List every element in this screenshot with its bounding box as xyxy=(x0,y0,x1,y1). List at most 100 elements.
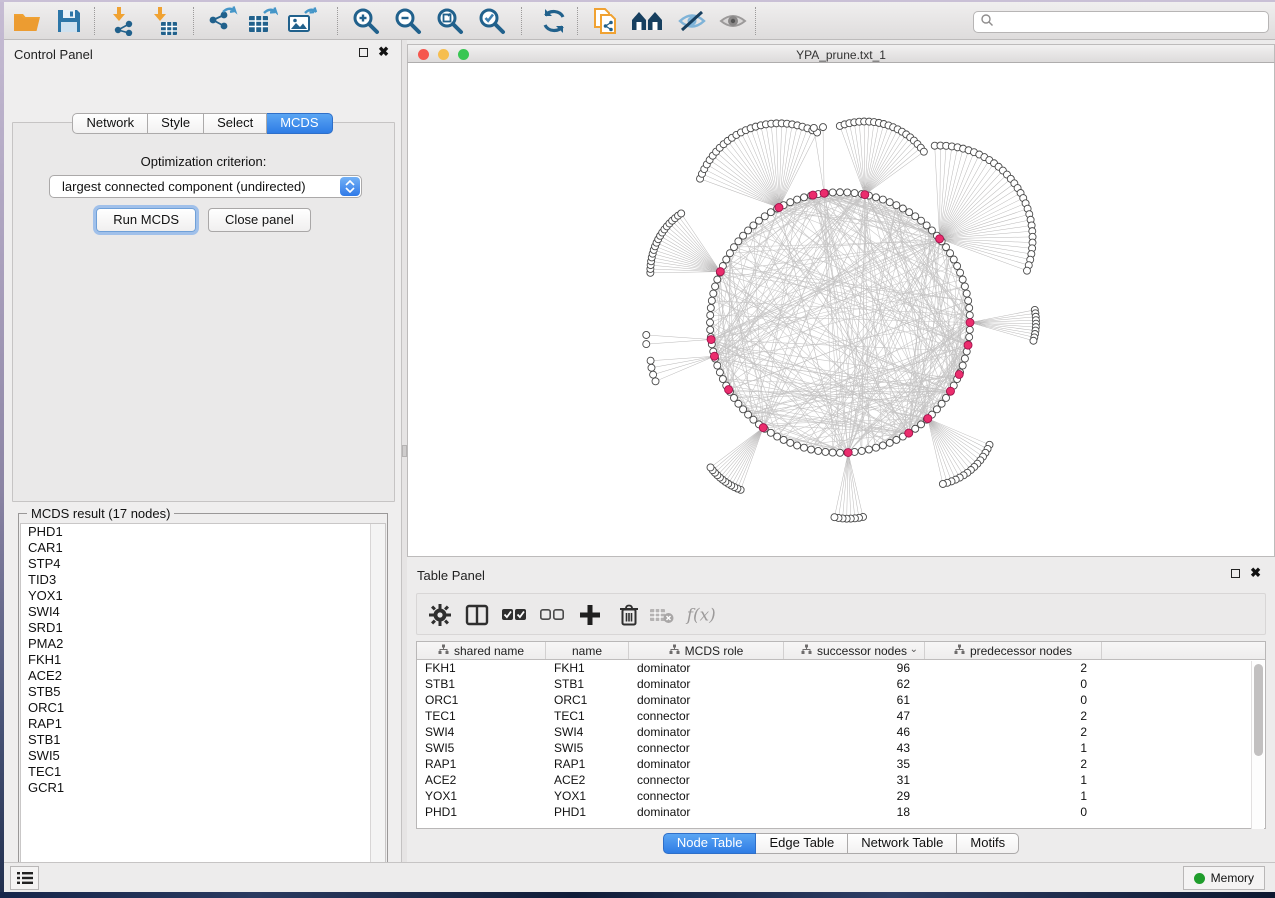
export-image-icon[interactable] xyxy=(285,5,319,37)
table-row[interactable]: RAP1RAP1dominator352 xyxy=(417,756,1265,772)
desktop-wallpaper-left xyxy=(0,0,4,892)
mcds-list-scrollbar[interactable] xyxy=(370,524,385,874)
select-all-columns-icon[interactable] xyxy=(498,599,530,631)
criterion-dropdown-value: largest connected component (undirected) xyxy=(62,179,306,194)
search-input[interactable] xyxy=(994,15,1268,29)
duplicate-network-icon[interactable] xyxy=(588,5,622,37)
save-file-icon[interactable] xyxy=(52,5,86,37)
memory-button[interactable]: Memory xyxy=(1183,866,1265,890)
mcds-result-item[interactable]: RAP1 xyxy=(21,716,385,732)
column-header-successor-nodes[interactable]: successor nodes⌄ xyxy=(784,642,925,659)
mcds-result-item[interactable]: ORC1 xyxy=(21,700,385,716)
cell-mcds_role: connector xyxy=(629,709,784,723)
close-table-panel-icon[interactable]: ✖ xyxy=(1250,568,1261,578)
tab-network[interactable]: Network xyxy=(72,113,148,134)
mcds-result-item[interactable]: PHD1 xyxy=(21,524,385,540)
zoom-in-icon[interactable] xyxy=(349,5,383,37)
add-column-icon[interactable] xyxy=(574,599,606,631)
tab-select[interactable]: Select xyxy=(204,113,267,134)
tab-node-table[interactable]: Node Table xyxy=(663,833,757,854)
mcds-result-item[interactable]: STP4 xyxy=(21,556,385,572)
optimization-criterion-label: Optimization criterion: xyxy=(13,154,394,169)
mcds-result-item[interactable]: FKH1 xyxy=(21,652,385,668)
table-row[interactable]: YOX1YOX1connector291 xyxy=(417,788,1265,804)
delete-column-icon[interactable] xyxy=(613,599,645,631)
column-header-predecessor-nodes[interactable]: predecessor nodes xyxy=(925,642,1102,659)
column-header-shared-name[interactable]: shared name xyxy=(417,642,546,659)
table-scrollbar[interactable] xyxy=(1251,661,1264,829)
show-all-icon[interactable] xyxy=(716,5,750,37)
cell-shared_name: ACE2 xyxy=(417,773,546,787)
mcds-result-item[interactable]: YOX1 xyxy=(21,588,385,604)
table-settings-icon[interactable] xyxy=(424,599,456,631)
table-row[interactable]: SWI4SWI4dominator462 xyxy=(417,724,1265,740)
mcds-result-item[interactable]: SRD1 xyxy=(21,620,385,636)
mcds-result-item[interactable]: CAR1 xyxy=(21,540,385,556)
deselect-all-columns-icon[interactable] xyxy=(536,599,568,631)
cell-mcds_role: dominator xyxy=(629,757,784,771)
mcds-result-item[interactable]: STB5 xyxy=(21,684,385,700)
svg-text:f(x): f(x) xyxy=(685,604,716,624)
export-network-icon[interactable] xyxy=(205,5,239,37)
app-window: Control Panel ✖ NetworkStyleSelectMCDS O… xyxy=(0,0,1275,898)
table-row[interactable]: ACE2ACE2connector311 xyxy=(417,772,1265,788)
node-table[interactable]: shared namenameMCDS rolesuccessor nodes⌄… xyxy=(416,641,1266,829)
open-file-icon[interactable] xyxy=(10,5,44,37)
cell-predecessor_nodes: 0 xyxy=(925,805,1102,819)
cell-shared_name: RAP1 xyxy=(417,757,546,771)
column-header-MCDS-role[interactable]: MCDS role xyxy=(629,642,784,659)
float-table-panel-icon[interactable] xyxy=(1231,569,1240,578)
network-canvas[interactable] xyxy=(407,63,1275,557)
mcds-result-item[interactable]: GCR1 xyxy=(21,780,385,796)
column-header-name[interactable]: name xyxy=(546,642,629,659)
table-row[interactable]: FKH1FKH1dominator962 xyxy=(417,660,1265,676)
table-row[interactable]: ORC1ORC1dominator610 xyxy=(417,692,1265,708)
cell-successor_nodes: 96 xyxy=(784,661,925,675)
mcds-result-item[interactable]: STB1 xyxy=(21,732,385,748)
export-table-icon[interactable] xyxy=(245,5,279,37)
task-history-button[interactable] xyxy=(10,866,39,890)
tab-edge-table[interactable]: Edge Table xyxy=(756,833,848,854)
zoom-selected-icon[interactable] xyxy=(475,5,509,37)
criterion-dropdown[interactable]: largest connected component (undirected) xyxy=(49,175,362,198)
mcds-result-title: MCDS result (17 nodes) xyxy=(27,506,174,521)
mcds-result-item[interactable]: SWI5 xyxy=(21,748,385,764)
first-neighbors-icon[interactable] xyxy=(631,5,665,37)
cell-predecessor_nodes: 2 xyxy=(925,661,1102,675)
zoom-out-icon[interactable] xyxy=(391,5,425,37)
hide-selected-icon[interactable] xyxy=(675,5,709,37)
import-network-icon[interactable] xyxy=(106,5,140,37)
refresh-icon[interactable] xyxy=(537,5,571,37)
close-panel-button[interactable]: Close panel xyxy=(208,208,311,232)
tab-motifs[interactable]: Motifs xyxy=(957,833,1019,854)
mcds-result-list[interactable]: PHD1CAR1STP4TID3YOX1SWI4SRD1PMA2FKH1ACE2… xyxy=(20,523,386,875)
close-panel-icon[interactable]: ✖ xyxy=(378,47,389,57)
control-panel: Control Panel ✖ NetworkStyleSelectMCDS O… xyxy=(4,40,402,862)
float-panel-icon[interactable] xyxy=(359,48,368,57)
table-row[interactable]: SWI5SWI5connector431 xyxy=(417,740,1265,756)
network-window-titlebar[interactable]: YPA_prune.txt_1 xyxy=(407,44,1275,63)
run-mcds-button[interactable]: Run MCDS xyxy=(96,208,196,232)
table-scrollbar-thumb[interactable] xyxy=(1254,664,1263,756)
mcds-result-item[interactable]: TEC1 xyxy=(21,764,385,780)
tab-mcds[interactable]: MCDS xyxy=(267,113,332,134)
zoom-fit-icon[interactable] xyxy=(433,5,467,37)
mcds-panel: Optimization criterion: largest connecte… xyxy=(12,122,395,502)
network-window: YPA_prune.txt_1 xyxy=(407,40,1275,557)
search-field[interactable] xyxy=(973,11,1269,33)
mcds-result-item[interactable]: TID3 xyxy=(21,572,385,588)
cell-successor_nodes: 47 xyxy=(784,709,925,723)
tab-style[interactable]: Style xyxy=(148,113,204,134)
table-row[interactable]: TEC1TEC1connector472 xyxy=(417,708,1265,724)
tab-network-table[interactable]: Network Table xyxy=(848,833,957,854)
network-graph[interactable] xyxy=(408,63,1274,556)
mcds-result-item[interactable]: PMA2 xyxy=(21,636,385,652)
cell-name: TEC1 xyxy=(546,709,629,723)
show-columns-icon[interactable] xyxy=(461,599,493,631)
table-row[interactable]: STB1STB1dominator620 xyxy=(417,676,1265,692)
mcds-result-item[interactable]: ACE2 xyxy=(21,668,385,684)
mcds-result-item[interactable]: SWI4 xyxy=(21,604,385,620)
table-row[interactable]: PHD1PHD1dominator180 xyxy=(417,804,1265,820)
import-table-icon[interactable] xyxy=(147,5,181,37)
cell-successor_nodes: 43 xyxy=(784,741,925,755)
